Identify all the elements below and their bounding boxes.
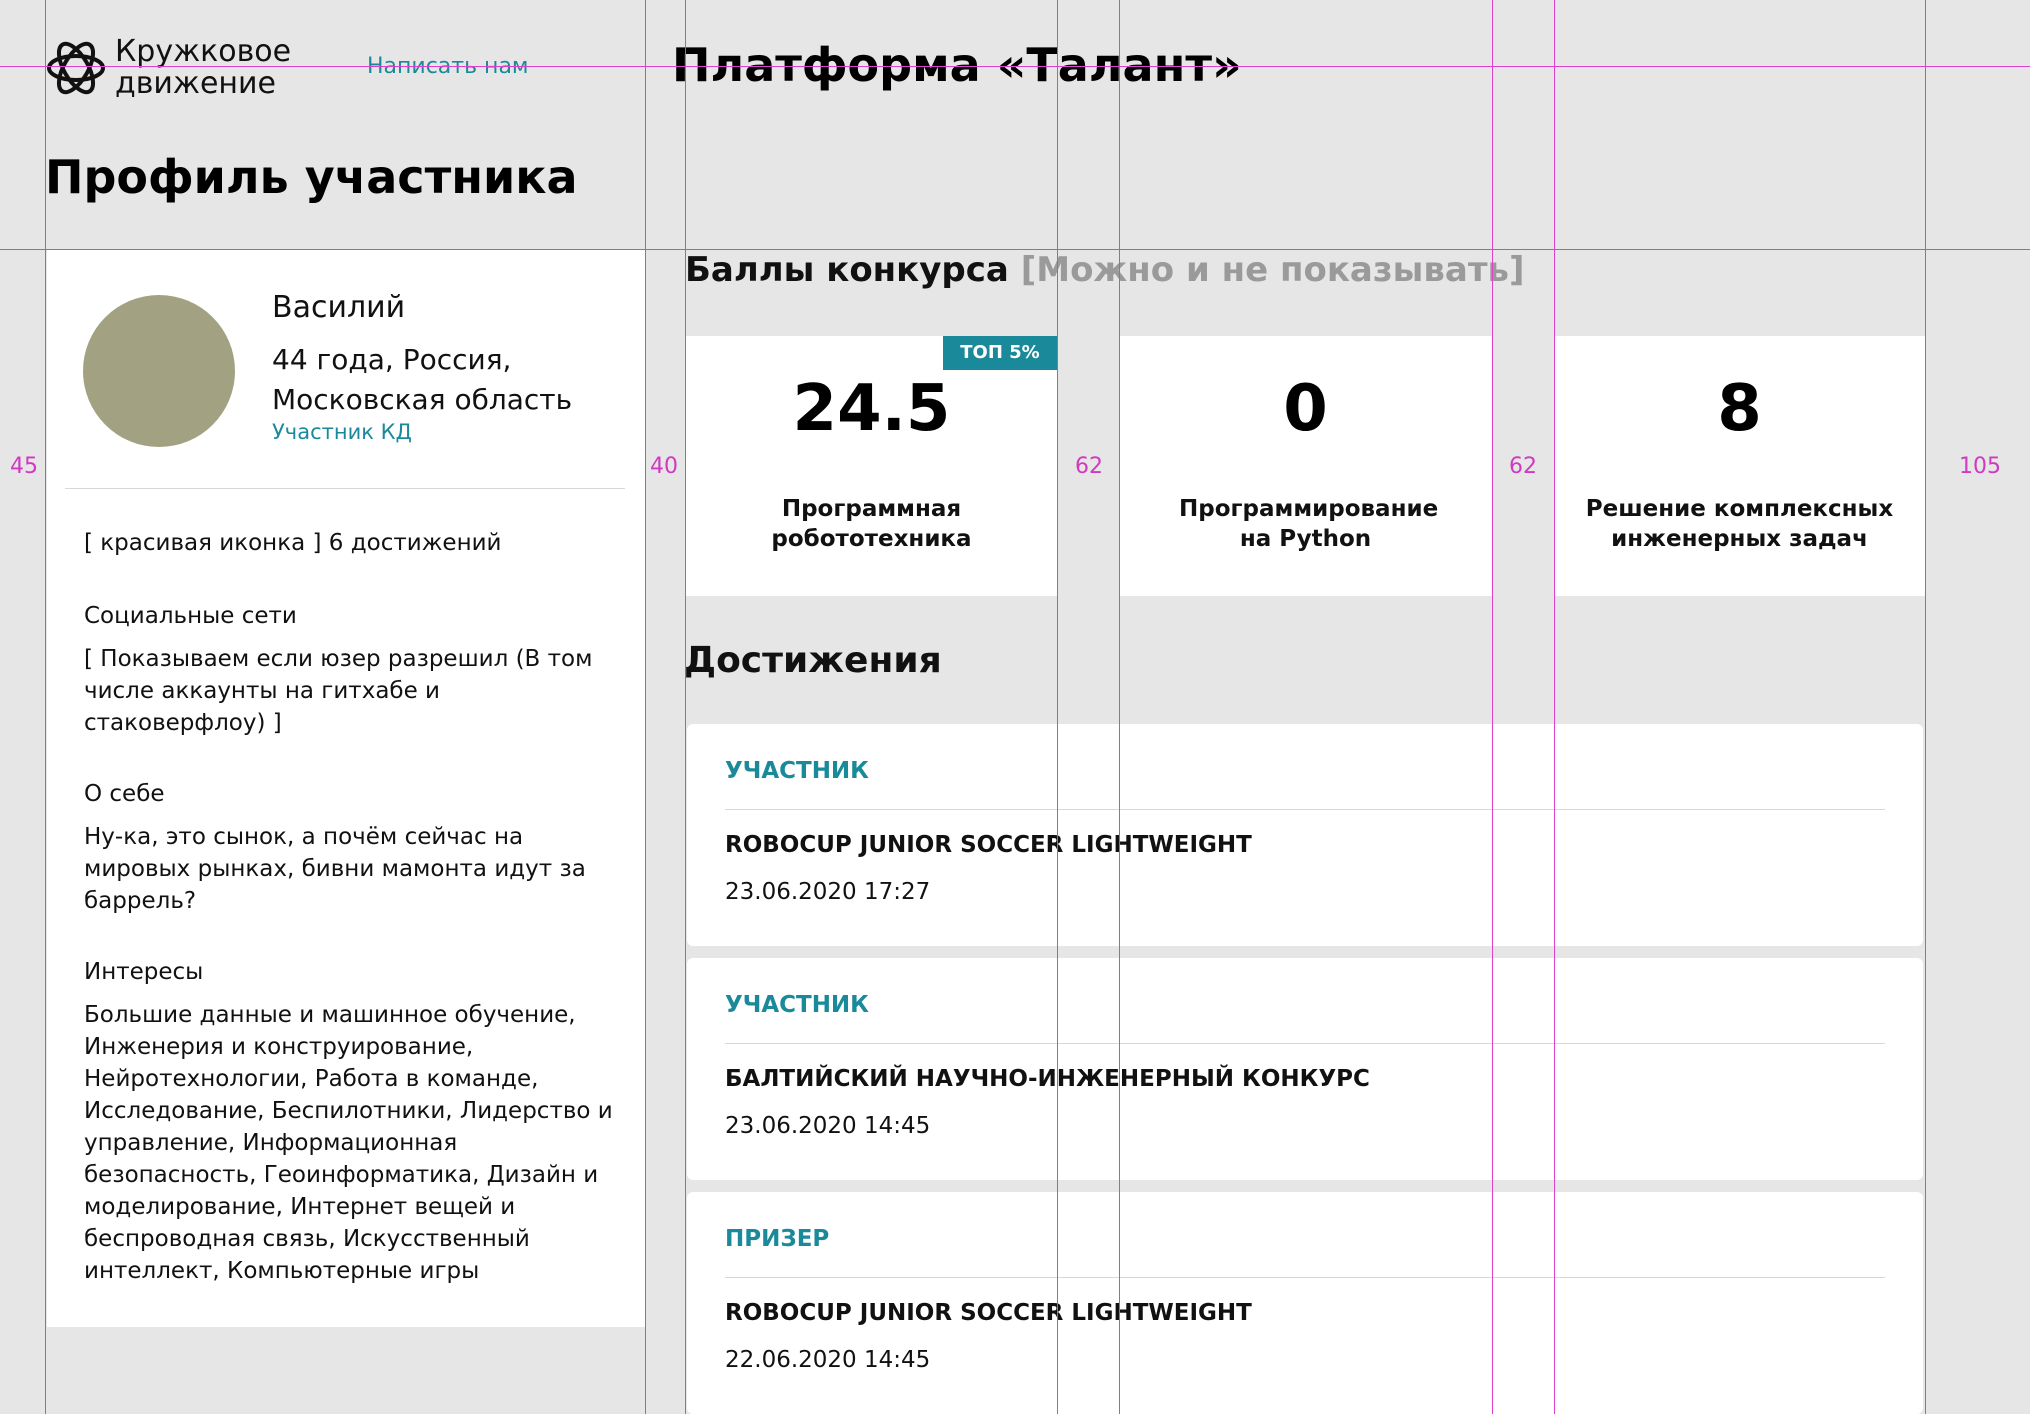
guide-line: [645, 0, 646, 1414]
achievement-card[interactable]: УЧАСТНИК БАЛТИЙСКИЙ НАУЧНО-ИНЖЕНЕРНЫЙ КО…: [687, 958, 1923, 1180]
profile-card: Василий 44 года, Россия, Московская обла…: [47, 250, 645, 1327]
platform-title: Платформа «Талант»: [672, 38, 1242, 92]
achievement-divider: [725, 1277, 1885, 1278]
scores-title-text: Баллы конкурса: [685, 250, 1009, 290]
achievement-date: 22.06.2020 14:45: [725, 1347, 931, 1373]
profile-role: Участник КД: [272, 420, 412, 444]
achievement-divider: [725, 809, 1885, 810]
guide-line: [1925, 0, 1926, 1414]
achievements-count: [ красивая иконка ] 6 достижений: [84, 530, 502, 556]
profile-divider: [65, 488, 625, 489]
about-heading: О себе: [84, 781, 165, 807]
logo[interactable]: Кружковое движение: [45, 36, 291, 100]
guide-line: [1554, 0, 1555, 1414]
score-label: Программная робототехника: [771, 496, 972, 552]
gap-label: 105: [1959, 454, 2001, 479]
achievement-name: ROBOCUP JUNIOR SOCCER LIGHTWEIGHT: [725, 1300, 1252, 1326]
achievements-title: Достижения: [684, 640, 942, 681]
social-heading: Социальные сети: [84, 603, 297, 629]
scores-note: [Можно и не показывать]: [1020, 250, 1525, 290]
guide-line: [0, 249, 2030, 250]
achievement-status: УЧАСТНИК: [725, 758, 869, 784]
profile-name: Василий: [272, 290, 406, 325]
achievement-status: УЧАСТНИК: [725, 992, 869, 1018]
social-text: [ Показываем если юзер разрешил (В том ч…: [84, 646, 593, 736]
score-card-engineering[interactable]: 8 Решение комплексных инженерных задач: [1554, 336, 1925, 596]
guide-line: [45, 0, 46, 1414]
logo-icon: [47, 41, 105, 95]
guide-line: [1119, 0, 1120, 1414]
guide-line: [1492, 0, 1493, 1414]
page-title: Профиль участника: [45, 150, 578, 204]
achievement-card[interactable]: ПРИЗЕР ROBOCUP JUNIOR SOCCER LIGHTWEIGHT…: [687, 1192, 1923, 1414]
score-label: Программирование на Python: [1179, 496, 1439, 552]
interests-heading: Интересы: [84, 959, 204, 985]
gap-label: 40: [650, 454, 678, 479]
achievement-status: ПРИЗЕР: [725, 1226, 830, 1252]
achievement-card[interactable]: УЧАСТНИК ROBOCUP JUNIOR SOCCER LIGHTWEIG…: [687, 724, 1923, 946]
achievement-name: БАЛТИЙСКИЙ НАУЧНО-ИНЖЕНЕРНЫЙ КОНКУРС: [725, 1066, 1370, 1092]
gap-label: 62: [1075, 454, 1103, 479]
score-card-python[interactable]: 0 Программирование на Python: [1119, 336, 1492, 596]
achievement-date: 23.06.2020 17:27: [725, 879, 931, 905]
profile-age-country: 44 года, Россия,: [272, 343, 512, 376]
logo-line-1: Кружковое: [115, 34, 292, 69]
about-text: Ну-ка, это сынок, а почём сейчас на миро…: [84, 824, 586, 914]
gap-label: 45: [10, 454, 38, 479]
score-value: 0: [1283, 372, 1328, 446]
top-badge: ТОП 5%: [943, 336, 1057, 370]
logo-line-2: движение: [115, 66, 276, 101]
profile-region: Московская область: [272, 383, 573, 416]
logo-text: Кружковое движение: [115, 36, 291, 100]
avatar[interactable]: [83, 295, 235, 447]
achievement-divider: [725, 1043, 1885, 1044]
gap-label: 62: [1509, 454, 1537, 479]
score-value: 24.5: [792, 372, 951, 446]
profile-info: 44 года, Россия, Московская область: [272, 340, 632, 420]
score-label: Решение комплексных инженерных задач: [1585, 496, 1894, 552]
achievement-name: ROBOCUP JUNIOR SOCCER LIGHTWEIGHT: [725, 832, 1252, 858]
achievement-date: 23.06.2020 14:45: [725, 1113, 931, 1139]
interests-text: Большие данные и машинное обучение, Инже…: [84, 1002, 613, 1284]
score-card-robotics[interactable]: ТОП 5% 24.5 Программная робототехника: [686, 336, 1057, 596]
guide-line: [685, 0, 686, 1414]
guide-line: [0, 66, 2030, 67]
score-value: 8: [1717, 372, 1762, 446]
guide-line: [1057, 0, 1058, 1414]
scores-title: Баллы конкурса [Можно и не показывать]: [685, 250, 1525, 290]
